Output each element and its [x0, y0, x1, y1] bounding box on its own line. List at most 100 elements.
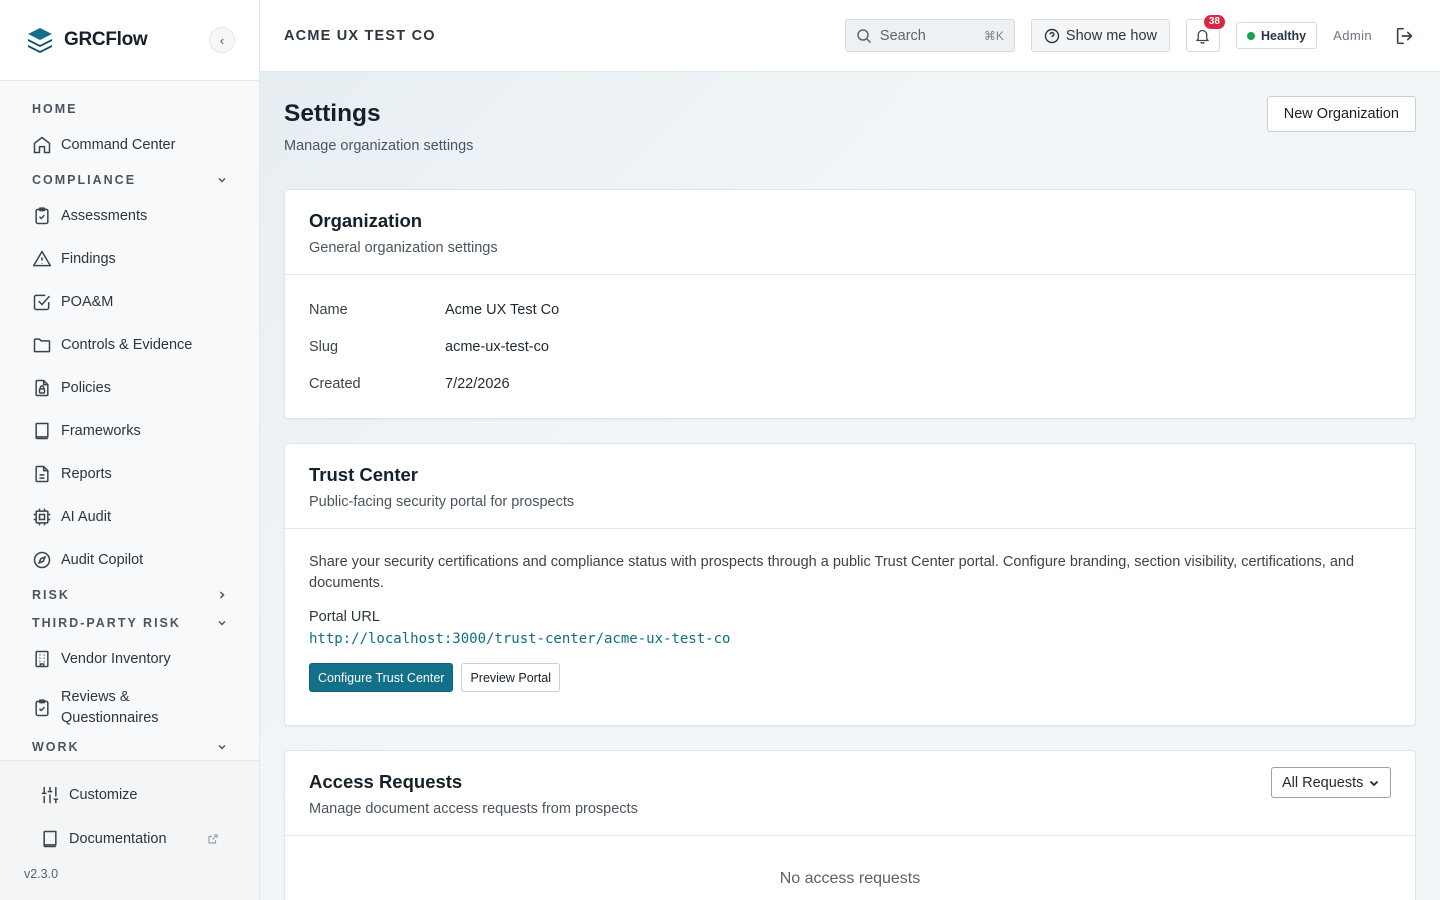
- sidebar-item-label: Audit Copilot: [61, 551, 144, 568]
- sidebar-item-vendor-inventory[interactable]: Vendor Inventory: [0, 637, 259, 680]
- field-value: acme-ux-test-co: [445, 338, 549, 355]
- field-label: Name: [309, 301, 348, 318]
- chevron-down-icon: [218, 744, 226, 750]
- search-shortcut: ⌘K: [983, 28, 1004, 43]
- portal-url-label: Portal URL: [309, 609, 380, 625]
- brand: GRCFlow ‹: [0, 0, 259, 81]
- sidebar-item-label: Controls & Evidence: [61, 336, 193, 353]
- sidebar-footer: Customize Documentation v2.3.0: [0, 760, 259, 900]
- book-icon: [43, 830, 57, 848]
- sliders-icon: [41, 786, 59, 804]
- trust-center-description: Share your security certifications and c…: [309, 554, 1355, 591]
- sidebar-item-audit-copilot[interactable]: Audit Copilot: [0, 538, 259, 581]
- section-label: THIRD-PARTY RISK: [32, 616, 181, 630]
- logout-icon[interactable]: [1394, 25, 1416, 47]
- chevron-right-icon: [219, 591, 225, 599]
- sidebar-nav: HOME Command Center COMPLIANCE Assessmen…: [0, 81, 259, 758]
- sidebar-item-label: Frameworks: [61, 422, 141, 439]
- checkbox-icon: [33, 294, 51, 310]
- section-compliance[interactable]: COMPLIANCE: [0, 166, 259, 194]
- sidebar-item-reports[interactable]: Reports: [0, 452, 259, 495]
- org-field-name: Name Acme UX Test Co: [309, 291, 1391, 328]
- sidebar-item-label: Findings: [61, 250, 116, 267]
- field-value: Acme UX Test Co: [445, 301, 560, 318]
- card-header: Access Requests Manage document access r…: [285, 751, 1415, 836]
- empty-state: No access requests: [779, 870, 921, 887]
- file-lock-icon: [35, 379, 49, 396]
- sidebar-item-label: Reviews & Questionnaires: [61, 689, 159, 726]
- show-me-how-label: Show me how: [1065, 27, 1157, 44]
- collapse-sidebar-button[interactable]: ‹: [209, 27, 235, 53]
- select-value: All Requests: [1282, 774, 1364, 791]
- organization-card: Organization General organization settin…: [284, 189, 1416, 419]
- section-work[interactable]: WORK: [0, 736, 259, 758]
- user-role[interactable]: Admin: [1333, 28, 1372, 43]
- external-link-icon: [208, 834, 218, 844]
- sidebar-item-label: Command Center: [61, 136, 176, 153]
- documentation-link[interactable]: Documentation: [0, 817, 259, 861]
- show-me-how-button[interactable]: Show me how: [1030, 19, 1170, 52]
- sidebar-item-ai-audit[interactable]: AI Audit: [0, 495, 259, 538]
- configure-trust-center-button[interactable]: Configure Trust Center: [309, 663, 454, 692]
- field-label: Slug: [309, 338, 339, 355]
- card-header: Organization General organization settin…: [285, 190, 1415, 275]
- org-details: Name Acme UX Test Co Slug acme-ux-test-c…: [285, 275, 1415, 418]
- app-version: v2.3.0: [24, 867, 59, 881]
- request-filter-select[interactable]: All Requests: [1271, 767, 1391, 798]
- chevron-left-icon: ‹: [219, 32, 225, 48]
- sidebar-item-assessments[interactable]: Assessments: [0, 194, 259, 237]
- org-field-slug: Slug acme-ux-test-co: [309, 328, 1391, 365]
- sidebar-item-findings[interactable]: Findings: [0, 237, 259, 280]
- portal-url-link[interactable]: http://localhost:3000/trust-center/acme-…: [309, 631, 1391, 647]
- card-subtitle: Manage document access requests from pro…: [309, 801, 638, 817]
- org-name: ACME UX TEST CO: [284, 27, 436, 44]
- org-field-created: Created 7/22/2026: [309, 365, 1391, 402]
- preview-portal-button[interactable]: Preview Portal: [461, 663, 561, 692]
- sidebar-item-policies[interactable]: Policies: [0, 366, 259, 409]
- logo-icon: [28, 28, 52, 53]
- health-status-badge[interactable]: Healthy: [1235, 22, 1318, 49]
- alert-triangle-icon: [32, 250, 52, 266]
- search-input[interactable]: Search ⌘K: [844, 19, 1015, 52]
- folder-icon: [33, 337, 51, 352]
- notification-count-badge: 38: [1203, 15, 1225, 29]
- page-subtitle: Manage organization settings: [284, 138, 474, 154]
- section-risk[interactable]: RISK: [0, 581, 259, 609]
- trust-center-body: Share your security certifications and c…: [285, 529, 1415, 714]
- sidebar-item-poam[interactable]: POA&M: [0, 280, 259, 323]
- new-organization-button[interactable]: New Organization: [1266, 96, 1416, 132]
- chevron-down-icon: [218, 177, 226, 183]
- card-subtitle: General organization settings: [309, 240, 498, 256]
- sidebar-item-command-center[interactable]: Command Center: [0, 123, 259, 166]
- trust-center-actions: Configure Trust Center Preview Portal: [309, 663, 1391, 692]
- file-text-icon: [35, 465, 49, 482]
- main-content: Settings Manage organization settings Ne…: [260, 72, 1440, 900]
- field-value: 7/22/2026: [445, 375, 510, 392]
- search-placeholder: Search: [879, 27, 926, 44]
- building-icon: [35, 650, 49, 667]
- section-third-party-risk[interactable]: THIRD-PARTY RISK: [0, 609, 259, 637]
- customize-button[interactable]: Customize: [0, 773, 259, 817]
- card-title: Organization: [309, 210, 423, 231]
- book-icon: [35, 422, 49, 439]
- brand-name: GRCFlow: [64, 29, 148, 50]
- clipboard-check-icon: [35, 699, 49, 717]
- clipboard-check-icon: [35, 206, 49, 224]
- sidebar-item-reviews-questionnaires[interactable]: Reviews & Questionnaires: [0, 680, 259, 736]
- section-label: WORK: [32, 740, 80, 754]
- section-label: HOME: [32, 102, 78, 116]
- section-label: COMPLIANCE: [32, 173, 137, 187]
- sidebar-item-controls-evidence[interactable]: Controls & Evidence: [0, 323, 259, 366]
- card-header: Trust Center Public-facing security port…: [285, 444, 1415, 529]
- sidebar-item-label: AI Audit: [61, 508, 111, 525]
- card-title: Trust Center: [309, 464, 418, 485]
- sidebar-item-label: POA&M: [61, 293, 114, 310]
- notifications-button[interactable]: 38: [1185, 15, 1225, 52]
- search-icon: [857, 28, 871, 43]
- bell-icon: [1196, 29, 1210, 44]
- home-icon: [33, 136, 51, 153]
- sidebar-item-frameworks[interactable]: Frameworks: [0, 409, 259, 452]
- card-title: Access Requests: [309, 771, 463, 792]
- card-subtitle: Public-facing security portal for prospe…: [309, 494, 575, 510]
- help-circle-icon: [1044, 28, 1060, 43]
